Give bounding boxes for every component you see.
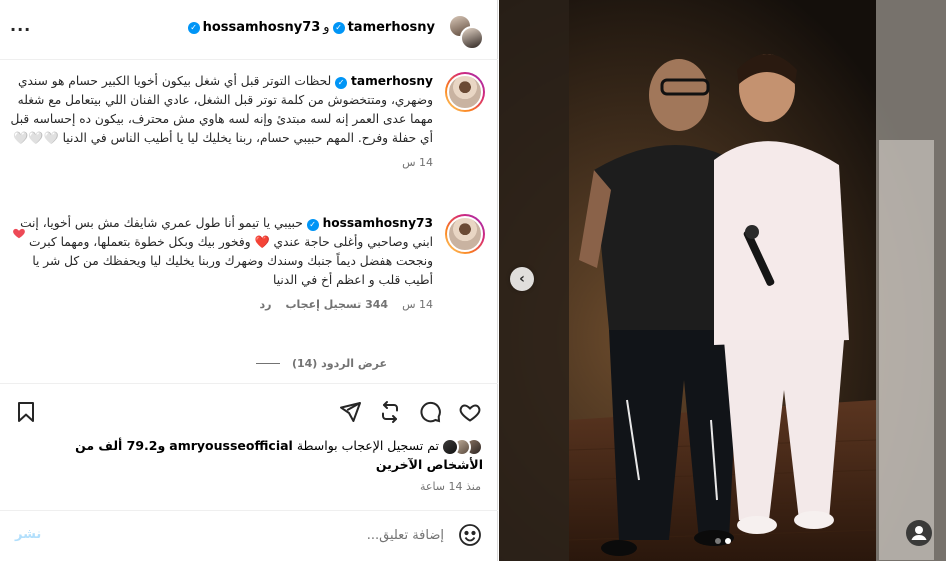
avatar[interactable] xyxy=(445,72,485,112)
replies-divider xyxy=(255,363,280,364)
bookmark-icon[interactable] xyxy=(14,400,38,424)
comment-icon[interactable] xyxy=(418,400,442,424)
more-options-icon[interactable]: ··· xyxy=(10,20,31,39)
likes-count[interactable]: و79.2 ألف من xyxy=(75,438,165,453)
avatar xyxy=(460,26,484,50)
view-replies-button[interactable]: عرض الردود (14) xyxy=(255,357,387,370)
comment-time: 14 س xyxy=(402,298,433,311)
likes-summary[interactable]: تم تسجيل الإعجاب بواسطة amryousseofficia… xyxy=(53,437,483,474)
comment-meta: 14 س xyxy=(9,156,433,169)
avatar[interactable] xyxy=(445,214,485,254)
repost-icon[interactable] xyxy=(378,400,402,424)
person-icon xyxy=(911,526,927,540)
comment-item: hossamhosny73✓ حبيبي يا تيمو أنا طول عمر… xyxy=(9,214,485,311)
carousel-dot xyxy=(715,538,721,544)
likes-prefix: تم تسجيل الإعجاب بواسطة xyxy=(296,438,440,453)
post-authors: tamerhosny ✓ و hossamhosny73 ✓ xyxy=(187,20,435,35)
comment-meta: 14 س 344 تسجيل إعجاب رد xyxy=(9,298,433,311)
post-timestamp[interactable]: منذ 14 ساعة xyxy=(420,480,481,493)
comment-username[interactable]: hossamhosny73 xyxy=(323,216,433,230)
likers-avatars xyxy=(441,437,483,456)
post-header: ··· tamerhosny ✓ و hossamhosny73 ✓ xyxy=(0,0,498,60)
share-icon[interactable] xyxy=(338,400,362,424)
comment-username[interactable]: tamerhosny xyxy=(351,74,433,88)
verified-badge-icon: ✓ xyxy=(335,77,348,89)
verified-badge-icon: ✓ xyxy=(332,21,345,34)
post-image[interactable] xyxy=(499,0,946,561)
post-comment-button[interactable]: نشر xyxy=(15,527,41,542)
author-tamerhosny[interactable]: tamerhosny xyxy=(348,20,435,35)
authors-separator: و xyxy=(323,20,330,35)
comment-input[interactable] xyxy=(104,525,444,545)
view-replies-label: عرض الردود (14) xyxy=(291,357,387,370)
emoji-icon[interactable] xyxy=(458,523,482,547)
likes-others[interactable]: الأشخاص الآخرين xyxy=(376,457,483,472)
author-hossamhosny73[interactable]: hossamhosny73 xyxy=(203,20,321,35)
comment-likes-count[interactable]: 344 تسجيل إعجاب xyxy=(285,298,388,311)
comments-panel: ··· tamerhosny ✓ و hossamhosny73 ✓ tamer… xyxy=(0,0,498,561)
tagged-people-button[interactable] xyxy=(906,520,932,546)
carousel-dot-active xyxy=(725,538,731,544)
authors-avatar-stack[interactable] xyxy=(448,14,484,50)
comment-item: tamerhosny✓ لحظات التوتر قبل أي شغل بيكو… xyxy=(9,72,485,169)
chevron-left-icon: ‹ xyxy=(519,271,525,287)
comment-time: 14 س xyxy=(402,156,433,169)
verified-badge-icon: ✓ xyxy=(187,21,200,34)
carousel-dots xyxy=(715,538,731,544)
liker-username[interactable]: amryousseofficial xyxy=(169,438,293,453)
liked-heart-icon[interactable] xyxy=(12,226,26,240)
comment-body: tamerhosny✓ لحظات التوتر قبل أي شغل بيكو… xyxy=(9,72,433,148)
avatar xyxy=(441,437,459,456)
post-photo xyxy=(499,0,946,561)
reply-button[interactable]: رد xyxy=(259,298,271,311)
verified-badge-icon: ✓ xyxy=(306,219,319,231)
comment-body: hossamhosny73✓ حبيبي يا تيمو أنا طول عمر… xyxy=(9,214,433,290)
heart-icon[interactable] xyxy=(458,400,482,424)
action-bar xyxy=(0,383,498,438)
carousel-prev-button[interactable]: ‹ xyxy=(510,267,534,291)
add-comment-bar: نشر xyxy=(0,510,498,561)
